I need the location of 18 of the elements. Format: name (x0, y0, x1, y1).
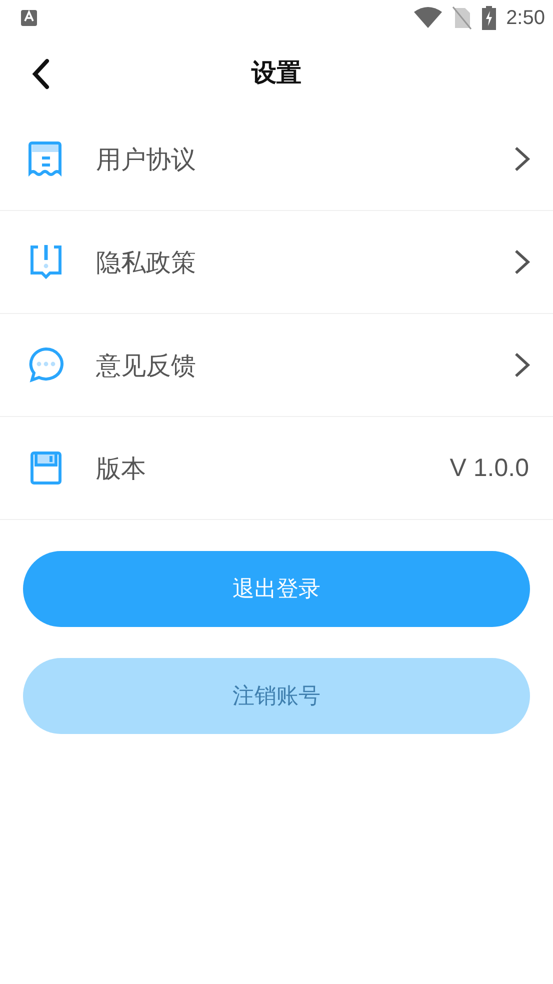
row-label: 意见反馈 (96, 350, 197, 382)
version-value: V 1.0.0 (450, 454, 529, 482)
chevron-right-icon (513, 248, 531, 276)
chevron-right-icon (513, 351, 531, 379)
back-button[interactable] (30, 58, 52, 90)
battery-icon (482, 6, 496, 30)
wifi-icon (414, 7, 442, 29)
status-time: 2:50 (506, 6, 545, 30)
row-label: 用户协议 (96, 144, 197, 176)
page-title: 设置 (252, 56, 302, 88)
settings-row[interactable]: 意见反馈 (0, 314, 553, 417)
settings-row[interactable]: 隐私政策 (0, 211, 553, 314)
settings-row[interactable]: 用户协议 (0, 108, 553, 211)
keyboard-notification-icon (20, 9, 38, 27)
no-sim-icon (452, 6, 472, 30)
row-label: 版本 (96, 452, 147, 484)
chevron-right-icon (513, 145, 531, 173)
row-label: 隐私政策 (96, 246, 197, 278)
